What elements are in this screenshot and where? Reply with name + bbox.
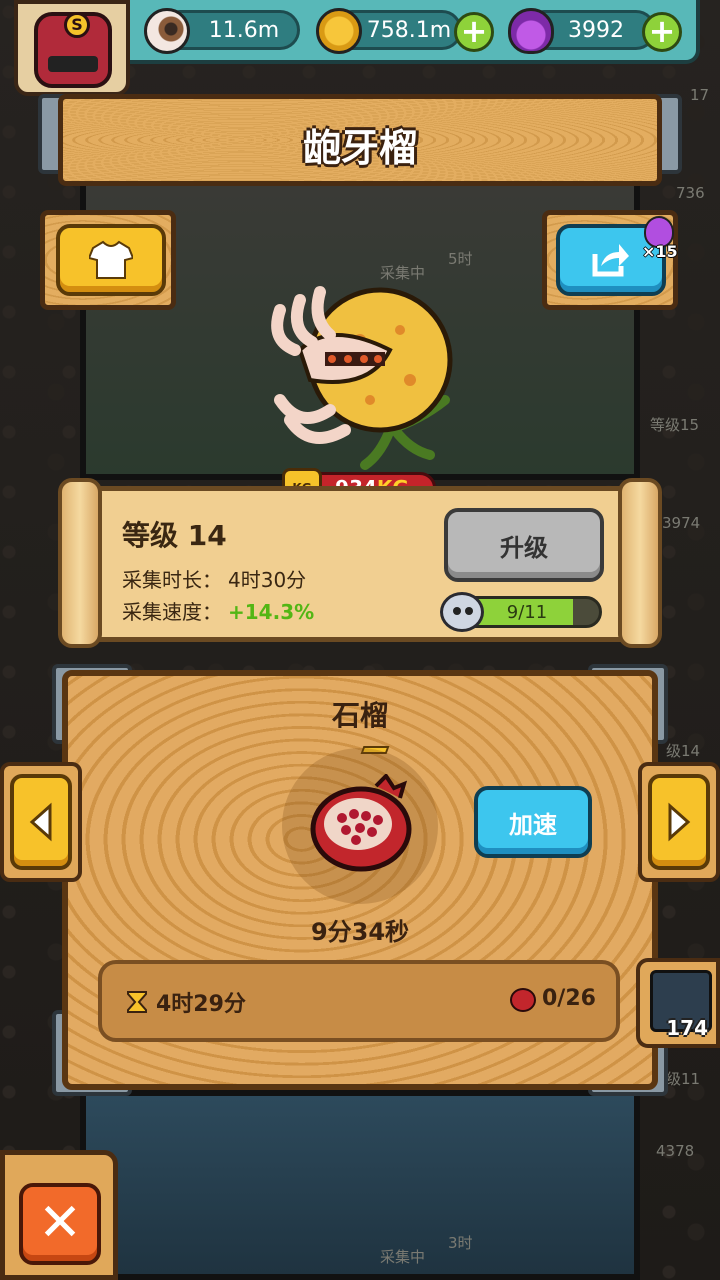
next-arrow-button[interactable] — [638, 762, 720, 882]
upgrade-button[interactable]: 升级 — [444, 508, 604, 582]
bg-collecting-bottom: 采集中 — [380, 1248, 426, 1266]
potion-icon — [508, 8, 554, 54]
eyeball-icon — [144, 8, 190, 54]
arrow-button-face — [10, 774, 72, 870]
scroll-roll-right — [618, 478, 662, 648]
arrow-button-face — [648, 774, 710, 870]
avatar-teeth — [48, 56, 98, 72]
close-button[interactable]: ✕ — [19, 1183, 101, 1265]
level-label: 等级 14 — [122, 519, 227, 552]
side-card-count: 174 — [666, 1016, 708, 1040]
bg-hours-bottom: 3时 — [448, 1234, 473, 1252]
chevron-left-icon — [29, 802, 52, 842]
side-card-button[interactable]: 174 — [636, 958, 720, 1048]
plant-monster-image — [271, 286, 453, 470]
pomegranate-icon — [310, 774, 412, 872]
scroll-roll-left — [58, 478, 102, 648]
bg-side-label: 17 — [690, 86, 710, 104]
add-potion-button[interactable]: + — [642, 12, 682, 52]
plant-title: 龅牙榴 — [302, 126, 417, 170]
bg-side-label: 级11 — [666, 1070, 701, 1088]
pomegranate-small-icon — [510, 988, 536, 1012]
bg-side-label: 4378 — [656, 1142, 695, 1160]
duration-label: 采集时长： — [122, 568, 222, 592]
coin-value: 758.1m — [366, 17, 452, 43]
speedup-button[interactable]: 加速 — [474, 786, 592, 858]
close-sign: ✕ — [0, 1150, 118, 1280]
speed-label: 采集速度： — [122, 600, 222, 624]
remaining-time: 4时29分 — [156, 992, 246, 1017]
add-coin-button[interactable]: + — [454, 12, 494, 52]
potion-value: 3992 — [568, 17, 624, 43]
share-reward-potion: ×15 — [640, 212, 680, 261]
outfit-button[interactable] — [56, 224, 166, 296]
bg-side-label: 级14 — [666, 742, 701, 760]
duration-value: 4时30分 — [228, 568, 307, 592]
player-avatar[interactable]: S — [14, 0, 130, 96]
bg-side-label: 等级15 — [650, 416, 700, 434]
background-room-bottom — [80, 1090, 640, 1280]
shirt-icon — [89, 240, 133, 279]
speed-value: +14.3% — [228, 600, 315, 624]
hourglass-icon — [127, 991, 147, 1013]
avatar-monster-face: S — [34, 12, 112, 88]
coin-icon — [316, 8, 362, 54]
eyeball-value: 11.6m — [208, 17, 280, 43]
horned-skull-icon — [440, 592, 484, 632]
speed-row: 采集速度： +14.3% — [122, 596, 314, 625]
share-icon — [592, 244, 629, 277]
duration-row: 采集时长： 4时30分 — [122, 564, 306, 593]
rank-s-icon: S — [64, 12, 90, 38]
bg-side-label: 3974 — [662, 514, 701, 532]
share-reward-count: ×15 — [642, 242, 678, 261]
chevron-right-icon — [668, 802, 691, 842]
product-timer: 9分34秒 — [310, 918, 410, 946]
bg-hours-top: 5时 — [448, 250, 473, 268]
prev-arrow-button[interactable] — [0, 762, 82, 882]
product-count: 0/26 — [542, 986, 596, 1011]
product-name: 石榴 — [331, 699, 388, 732]
bg-side-label: 736 — [676, 184, 705, 202]
title-plank: 龅牙榴 — [58, 94, 662, 186]
